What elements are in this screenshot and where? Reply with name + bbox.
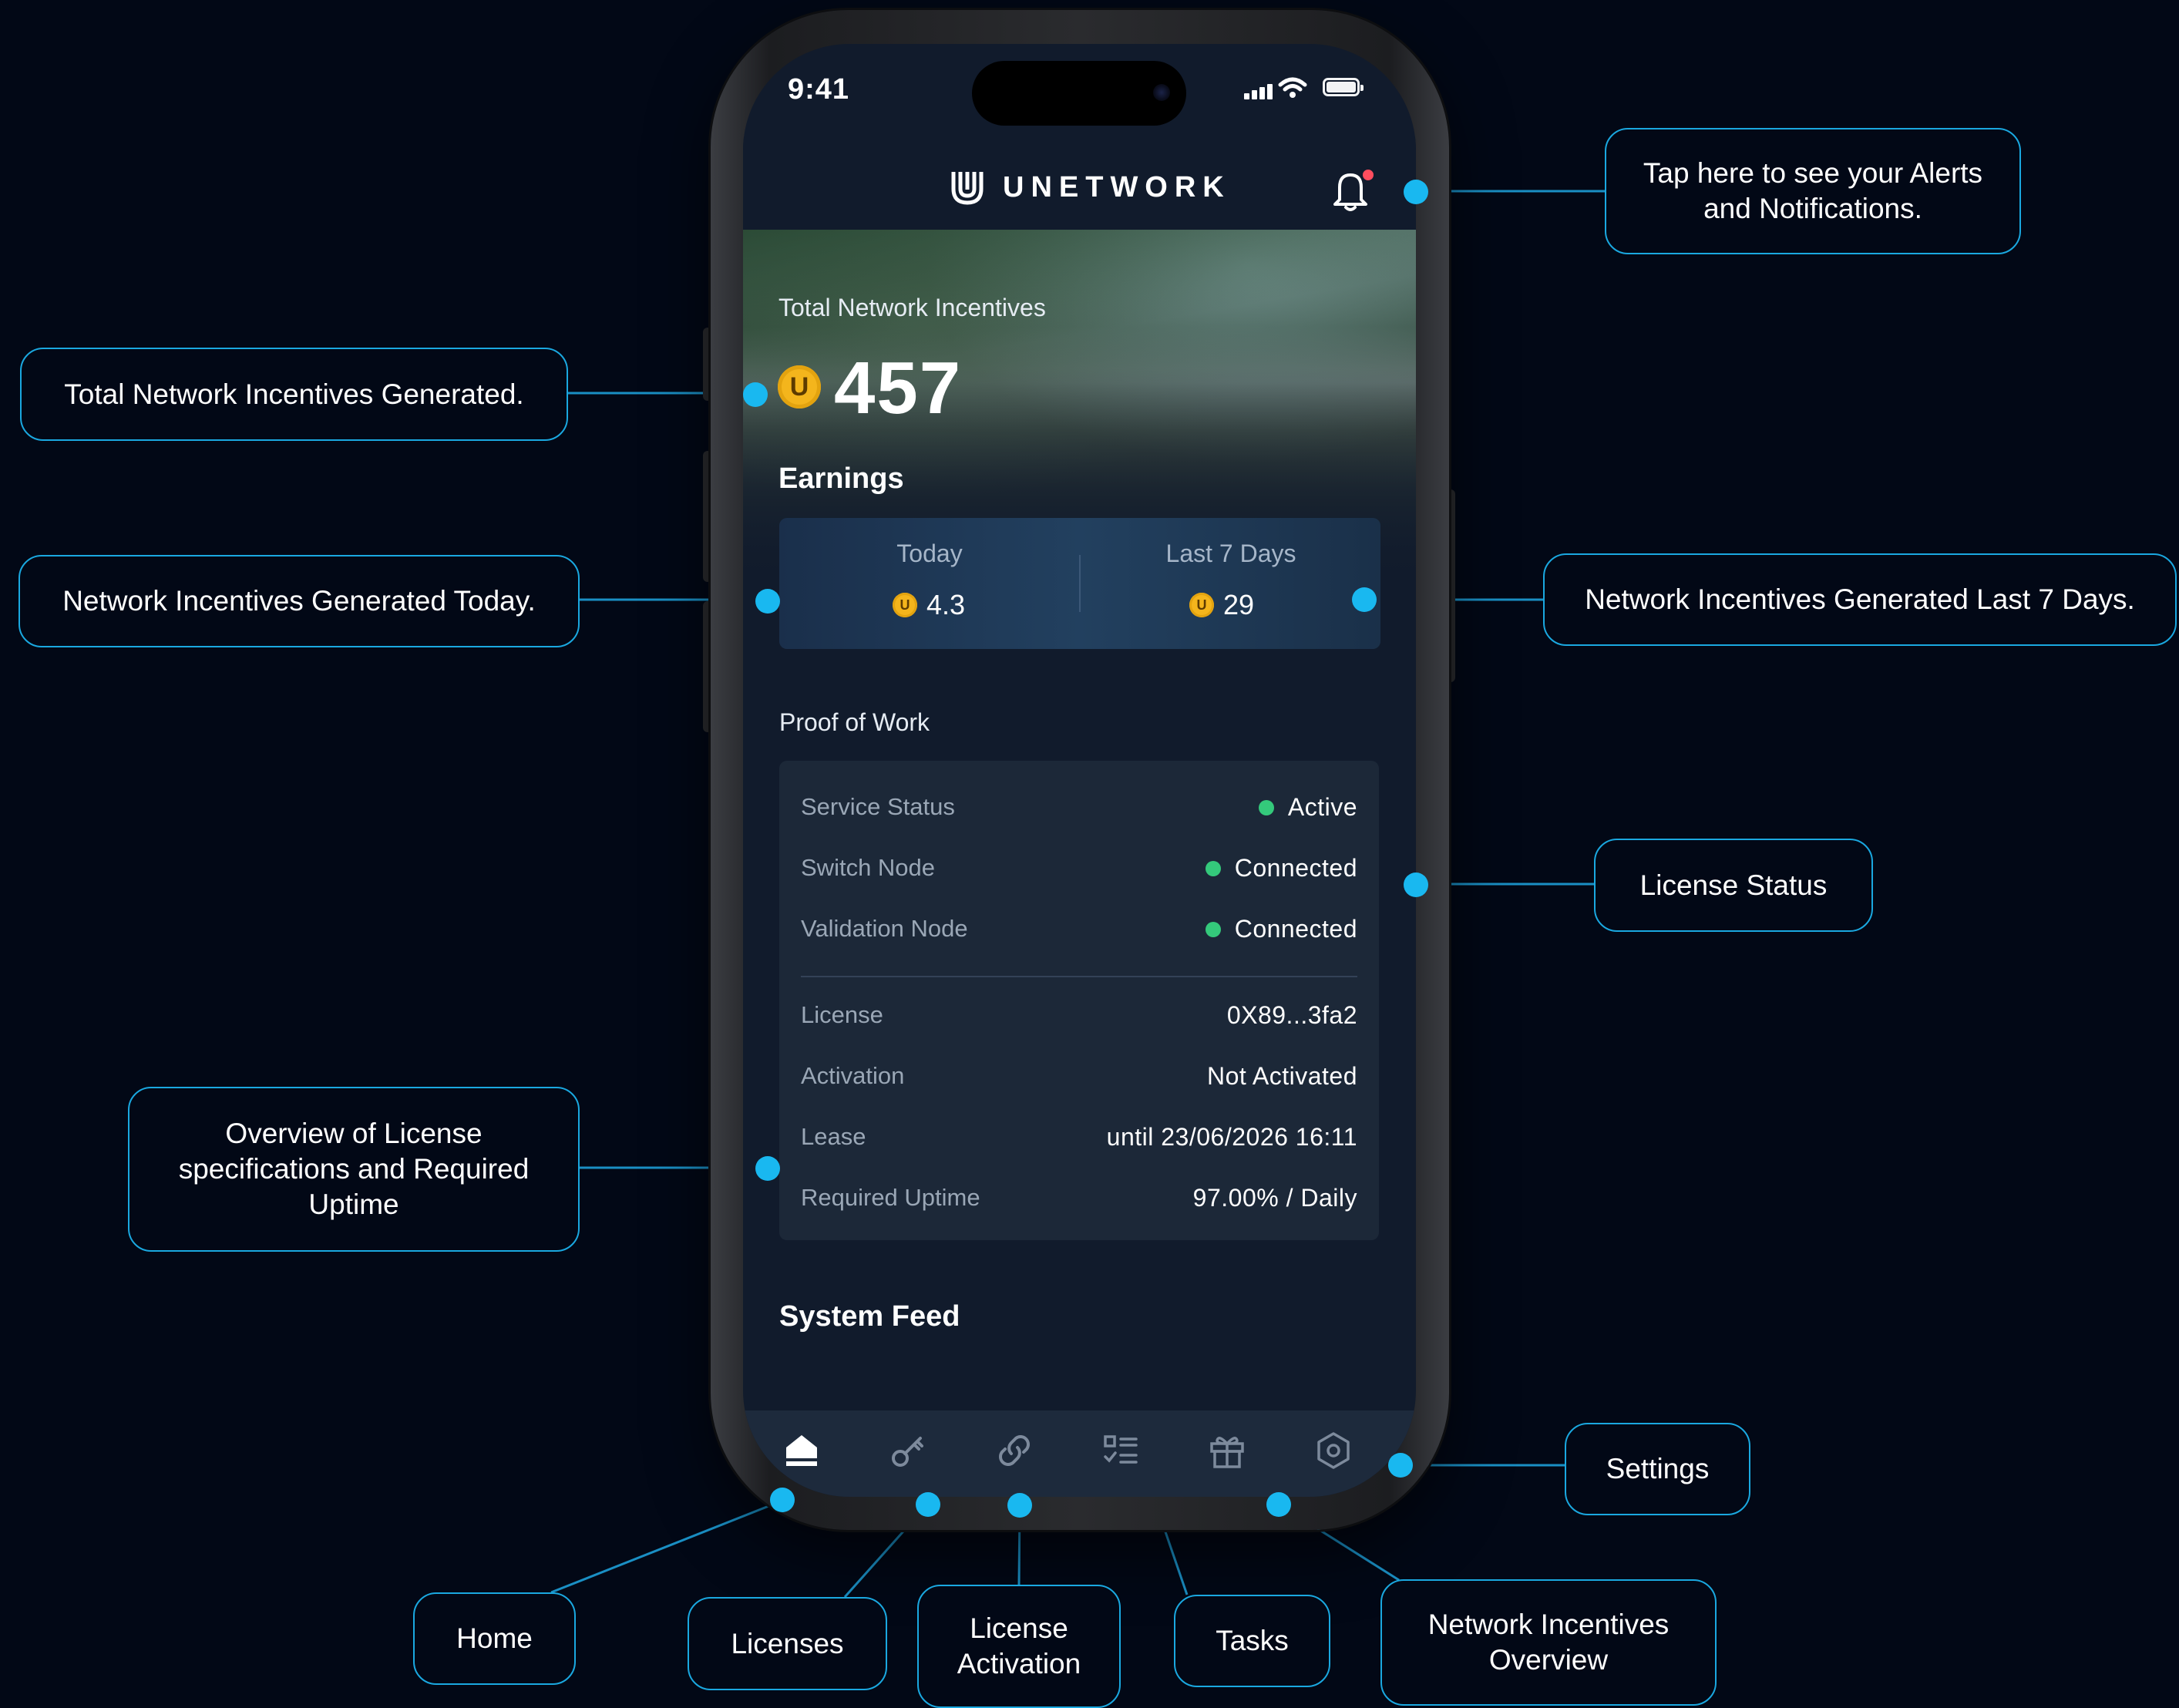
activation-label: Activation <box>801 1062 905 1089</box>
callout-license-activation: License Activation <box>917 1585 1121 1708</box>
coin-icon: U <box>893 593 917 617</box>
switch-node-text: Connected <box>1234 854 1357 882</box>
callout-last-7-days: Network Incentives Generated Last 7 Days… <box>1543 553 2177 646</box>
dynamic-island <box>972 61 1186 126</box>
callout-pin <box>755 589 780 614</box>
callout-tasks: Tasks <box>1174 1595 1330 1687</box>
system-feed-title: System Feed <box>779 1300 960 1333</box>
settings-hexagon-icon <box>1317 1432 1350 1469</box>
callout-incentives-overview: Network Incentives Overview <box>1380 1579 1717 1706</box>
tab-tasks[interactable] <box>1098 1427 1144 1474</box>
phone-screen: 9:41 UNETWORK Total Network Incentives U… <box>743 44 1416 1497</box>
callout-pin <box>770 1488 795 1512</box>
service-status-value: Active <box>1258 793 1357 822</box>
callout-pin <box>1266 1492 1291 1517</box>
license-status-card: Service Status Active Switch Node Connec… <box>779 761 1379 1240</box>
callout-pin <box>1352 587 1377 612</box>
unetwork-logo-icon <box>951 172 984 205</box>
license-value: 0X89...3fa2 <box>1226 1001 1357 1029</box>
callout-pin <box>1007 1493 1032 1518</box>
callout-pin <box>916 1492 940 1517</box>
callout-pin <box>743 382 768 407</box>
callout-licenses: Licenses <box>688 1597 887 1690</box>
required-uptime-label: Required Uptime <box>801 1184 980 1211</box>
home-icon <box>786 1435 817 1466</box>
today-value: 4.3 <box>926 589 966 620</box>
validation-node-label: Validation Node <box>801 915 968 942</box>
last-7-days-label: Last 7 Days <box>1165 540 1296 567</box>
earnings-card: Today U 4.3 Last 7 Days U 29 <box>779 518 1380 649</box>
callout-total-incentives: Total Network Incentives Generated. <box>20 348 568 441</box>
camera-icon <box>1153 84 1170 101</box>
lease-value: until 23/06/2026 16:11 <box>1106 1123 1357 1151</box>
coin-icon: U <box>1189 593 1214 617</box>
last-7-days-value-group: U 29 <box>1189 589 1254 621</box>
bottom-tab-bar <box>743 1410 1416 1497</box>
callout-license-overview: Overview of License specifications and R… <box>128 1087 580 1252</box>
license-label: License <box>801 1001 883 1028</box>
callout-license-status: License Status <box>1594 839 1873 932</box>
validation-node-text: Connected <box>1234 915 1357 943</box>
status-time: 9:41 <box>788 73 850 106</box>
link-icon <box>999 1435 1030 1466</box>
card-divider <box>801 976 1357 977</box>
last-7-days-value: 29 <box>1223 589 1255 620</box>
activation-value: Not Activated <box>1206 1062 1357 1090</box>
tab-licenses[interactable] <box>885 1427 931 1474</box>
tasks-icon <box>1104 1435 1138 1464</box>
status-dot-icon <box>1205 860 1221 876</box>
service-status-text: Active <box>1287 793 1357 821</box>
total-incentives-value: 457 <box>834 347 963 429</box>
proof-of-work-title: Proof of Work <box>779 708 930 736</box>
lease-label: Lease <box>801 1123 866 1150</box>
tab-incentives-overview[interactable] <box>1204 1427 1250 1474</box>
callout-pin <box>1404 180 1428 204</box>
coin-icon: U <box>778 365 821 409</box>
callout-pin <box>755 1156 780 1181</box>
today-label: Today <box>896 540 963 567</box>
today-value-group: U 4.3 <box>893 589 965 621</box>
total-incentives-label: Total Network Incentives <box>778 294 1046 321</box>
cellular-signal-icon <box>1244 84 1275 99</box>
earnings-title: Earnings <box>778 462 904 495</box>
callout-today-incentives: Network Incentives Generated Today. <box>18 555 580 647</box>
wifi-icon <box>1278 77 1307 98</box>
battery-icon <box>1323 78 1364 96</box>
tab-license-activation[interactable] <box>991 1427 1037 1474</box>
callout-pin <box>1388 1453 1413 1478</box>
required-uptime-value: 97.00% / Daily <box>1192 1184 1357 1212</box>
callout-pin <box>1404 872 1428 897</box>
app-header: UNETWORK <box>743 136 1416 230</box>
status-dot-icon <box>1205 921 1221 937</box>
callout-alerts: Tap here to see your Alerts and Notifica… <box>1605 128 2021 254</box>
switch-node-value: Connected <box>1205 854 1357 883</box>
validation-node-value: Connected <box>1205 915 1357 943</box>
gift-icon <box>1210 1437 1244 1468</box>
callout-home: Home <box>413 1592 576 1685</box>
status-dot-icon <box>1258 799 1274 815</box>
brand-name: UNETWORK <box>1003 171 1231 203</box>
service-status-label: Service Status <box>801 793 955 820</box>
key-icon <box>892 1437 923 1467</box>
tab-home[interactable] <box>778 1427 825 1474</box>
notification-badge <box>1363 170 1374 180</box>
switch-node-label: Switch Node <box>801 854 936 881</box>
callout-settings: Settings <box>1565 1423 1750 1515</box>
tab-settings[interactable] <box>1310 1427 1357 1474</box>
